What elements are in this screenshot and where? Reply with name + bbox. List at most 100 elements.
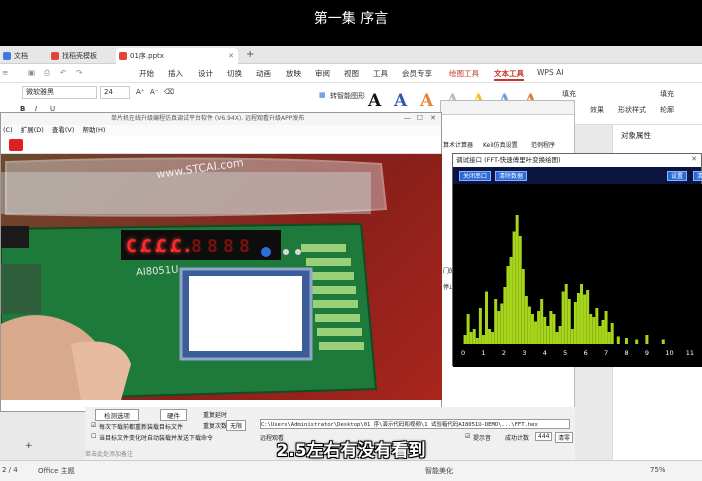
reload-option-label: 每次下载前都重新装载目标文件	[99, 424, 184, 431]
hardware-button[interactable]: 硬件	[160, 409, 187, 421]
effect-button[interactable]: 效果	[590, 105, 604, 115]
seg-digit-5: 8	[191, 236, 202, 257]
fft-bar	[555, 332, 559, 344]
zoom-level[interactable]: 75%	[650, 466, 666, 474]
fft-bar	[472, 329, 476, 344]
fft-bar	[580, 284, 584, 344]
fft-bar	[661, 339, 665, 344]
tab-keil-sim[interactable]: Keil仿真设置	[483, 140, 518, 149]
menu-c[interactable]: (C)	[3, 126, 13, 134]
tab-examples[interactable]: 范例程序	[531, 140, 555, 149]
fft-bar	[576, 293, 580, 344]
fft-bar	[607, 332, 611, 344]
fft-bar	[518, 236, 522, 344]
fft-x-tick: 0	[461, 349, 465, 357]
menu-home[interactable]: 开始	[139, 68, 154, 79]
redo-icon[interactable]: ↷	[76, 68, 82, 77]
fft-bar	[527, 306, 531, 344]
retry-delay-label: 重复延时	[203, 412, 228, 419]
smart-beautify-button[interactable]: 智能美化	[425, 466, 453, 476]
shape-style-button[interactable]: 形状样式	[618, 105, 646, 115]
fft-x-tick: 3	[522, 349, 526, 357]
shape-fill-button[interactable]: 填充	[660, 89, 674, 99]
tab-bar: 文档 找稻壳模板 01序.pptx ✕ +	[0, 46, 702, 64]
art-style-3[interactable]: A	[420, 91, 433, 111]
menu-extend[interactable]: 扩展(D)	[21, 126, 44, 134]
fft-bar	[524, 296, 528, 344]
fft-bar	[475, 338, 479, 344]
maximize-icon[interactable]: ☐	[417, 114, 423, 122]
check-options-button[interactable]: 检测选项	[95, 409, 139, 421]
fft-bar	[478, 308, 482, 344]
wps-menubar: ≡ ▣ ⎙ ↶ ↷ 开始 插入 设计 切换 动画 放映 审阅 视图 工具 会员专…	[0, 64, 702, 83]
text-fill-button[interactable]: 填充	[562, 89, 576, 99]
fft-bar	[645, 335, 649, 344]
tab-templates[interactable]: 找稻壳模板	[48, 48, 108, 64]
menu-drawing-tools[interactable]: 绘图工具	[449, 68, 479, 79]
seg-digit-6: 8	[207, 236, 218, 257]
menu-slideshow[interactable]: 放映	[286, 68, 301, 79]
menu-view[interactable]: 查看(V)	[52, 126, 75, 134]
settings-button[interactable]: 设置	[667, 171, 688, 181]
minimize-icon[interactable]: —	[404, 114, 411, 122]
close-serial-button[interactable]: 关闭串口	[459, 171, 492, 181]
new-tab-button[interactable]: +	[246, 49, 254, 60]
menu-transition[interactable]: 切换	[227, 68, 242, 79]
menu-view[interactable]: 视图	[344, 68, 359, 79]
menu-wps-ai[interactable]: WPS AI	[537, 68, 563, 77]
fft-chart: 0 1 2 3 4 5 6 7 8 9 10 11	[461, 215, 694, 357]
tab-docs[interactable]: 文档	[0, 48, 40, 64]
print-icon[interactable]: ⎙	[44, 68, 50, 78]
fft-bar	[494, 299, 498, 344]
fft-bar	[604, 311, 608, 344]
fft-bar	[567, 299, 571, 344]
reload-checkbox[interactable]: ☑	[91, 422, 96, 429]
camera-window: 单片机在线升级编程仿真调试平台软件 (V6.94X), 远程观看升级APP发布 …	[0, 112, 442, 412]
doc-icon	[3, 52, 11, 60]
save-icon[interactable]: ▣	[28, 68, 35, 77]
convert-smart-graphic-button[interactable]: 转智能图形	[330, 91, 365, 101]
shape-outline-button[interactable]: 轮廓	[660, 105, 674, 115]
theme-label: Office 主题	[38, 467, 75, 475]
font-size-select[interactable]: 24	[100, 86, 130, 99]
menu-member[interactable]: 会员专享	[402, 68, 432, 79]
fft-x-tick: 2	[502, 349, 506, 357]
pptx-icon	[119, 52, 127, 60]
tab-pptx[interactable]: 01序.pptx ✕	[116, 48, 238, 64]
menu-design[interactable]: 设计	[198, 68, 213, 79]
grow-font-icon[interactable]: A⁺	[136, 88, 144, 96]
close-icon[interactable]: ✕	[430, 114, 436, 122]
clear-data-button[interactable]: 清除数据	[495, 171, 528, 181]
fft-bar	[549, 311, 553, 344]
fft-bar	[595, 308, 599, 344]
menu-help[interactable]: 帮助(H)	[82, 126, 105, 134]
menu-review[interactable]: 审阅	[315, 68, 330, 79]
smart-graphic-icon[interactable]: ▦	[319, 91, 326, 99]
user-icon[interactable]	[9, 139, 23, 151]
fft-bar	[546, 326, 550, 344]
undo-icon[interactable]: ↶	[60, 68, 66, 77]
clear-button[interactable]: 清	[693, 171, 702, 181]
menu-tools[interactable]: 工具	[373, 68, 388, 79]
menu-animation[interactable]: 动画	[256, 68, 271, 79]
art-style-2[interactable]: A	[394, 91, 407, 111]
menu-insert[interactable]: 插入	[168, 68, 183, 79]
shrink-font-icon[interactable]: A⁻	[150, 88, 158, 96]
fft-bar	[586, 290, 590, 344]
fft-bar	[491, 332, 495, 344]
close-icon[interactable]: ✕	[691, 155, 697, 163]
menu-text-tools[interactable]: 文本工具	[494, 68, 524, 81]
retry-count-select[interactable]: 无限	[226, 420, 247, 431]
fft-bar	[616, 336, 620, 344]
page-indicator: 2 / 4	[2, 466, 18, 474]
font-name-select[interactable]: 微软雅黑	[22, 86, 97, 99]
tab-calculator[interactable]: 算术计算器	[443, 140, 473, 149]
hamburger-icon[interactable]: ≡	[2, 68, 8, 77]
close-icon[interactable]: ✕	[228, 48, 234, 64]
object-properties-title: 对象属性	[621, 131, 651, 140]
clear-format-icon[interactable]: ⌫	[164, 88, 174, 96]
fft-bar	[573, 302, 577, 344]
fft-bar	[561, 291, 565, 344]
hex-path-field[interactable]: C:\Users\Administrator\Desktop\01 序\演示代码…	[260, 419, 570, 429]
art-style-1[interactable]: A	[368, 91, 381, 111]
